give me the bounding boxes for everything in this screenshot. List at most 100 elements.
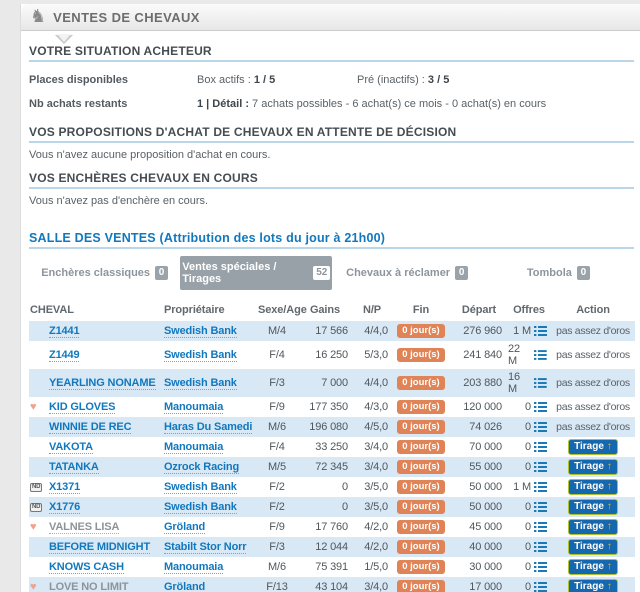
owner-link[interactable]: Swedish Bank bbox=[164, 325, 237, 338]
box-actifs-value: 1 / 5 bbox=[254, 74, 275, 86]
horse-name-link[interactable]: Z1441 bbox=[49, 325, 79, 338]
owner-link[interactable]: Haras Du Samedi bbox=[164, 421, 252, 434]
horse-name-link[interactable]: WINNIE DE REC bbox=[49, 421, 131, 434]
tirage-button[interactable]: Tirage↑ bbox=[568, 439, 618, 455]
up-arrow-icon: ↑ bbox=[607, 501, 612, 512]
up-arrow-icon: ↑ bbox=[607, 521, 612, 532]
up-arrow-icon: ↑ bbox=[607, 441, 612, 452]
offers-list-icon[interactable] bbox=[534, 522, 547, 532]
owner-link[interactable]: Swedish Bank bbox=[164, 349, 237, 362]
sales-tab-chevaux-r-clamer[interactable]: Chevaux à réclamer 0 bbox=[332, 261, 483, 285]
table-header-row: CHEVAL Propriétaire Sexe/Age Gains N/P F… bbox=[29, 298, 635, 321]
gains-value: 72 345 bbox=[297, 457, 353, 477]
horse-name-link[interactable]: BEFORE MIDNIGHT bbox=[49, 541, 150, 554]
horses-table-body: Z1441 Swedish Bank M/4 17 566 4/4,0 0 jo… bbox=[29, 321, 635, 592]
sex-age-value: F/9 bbox=[257, 517, 297, 537]
titlebar-notch-fill bbox=[57, 34, 71, 42]
pre-inactifs: Pré (inactifs) : 3 / 5 bbox=[357, 74, 449, 86]
action-status-text: pas assez d'oros bbox=[556, 349, 630, 361]
owner-link[interactable]: Ozrock Racing bbox=[164, 461, 239, 474]
owner-link[interactable]: Manoumaia bbox=[164, 561, 223, 574]
tab-count-badge: 0 bbox=[155, 266, 168, 280]
fin-days-badge: 0 jour(s) bbox=[397, 440, 444, 454]
owner-link[interactable]: Gröland bbox=[164, 581, 205, 592]
proposals-empty-text: Vous n'avez aucune proposition d'achat e… bbox=[29, 149, 634, 161]
offers-count: 1 M bbox=[513, 481, 531, 493]
tirage-button[interactable]: Tirage↑ bbox=[568, 499, 618, 515]
sales-tab-ench-res-classiques[interactable]: Enchères classiques 0 bbox=[29, 261, 180, 285]
offers-list-icon[interactable] bbox=[534, 542, 547, 552]
offers-list-icon[interactable] bbox=[534, 402, 547, 412]
owner-link[interactable]: Manoumaia bbox=[164, 441, 223, 454]
horse-row: TATANKA Ozrock Racing M/5 72 345 3/4,0 0… bbox=[29, 457, 635, 477]
offers-list-icon[interactable] bbox=[534, 462, 547, 472]
owner-link[interactable]: Stabilt Stor Norr bbox=[164, 541, 246, 554]
tirage-button-label: Tirage bbox=[574, 561, 604, 572]
horse-name-link[interactable]: X1776 bbox=[49, 501, 80, 514]
offers-list-icon[interactable] bbox=[534, 562, 547, 572]
offers-list-icon[interactable] bbox=[534, 422, 547, 432]
horse-row: ♥LOVE NO LIMIT Gröland F/13 43 104 3/4,0… bbox=[29, 577, 635, 592]
sales-tabs: Enchères classiques 0 Ventes spéciales /… bbox=[29, 256, 634, 290]
horses-table: CHEVAL Propriétaire Sexe/Age Gains N/P F… bbox=[29, 298, 635, 592]
owner-link[interactable]: Swedish Bank bbox=[164, 377, 237, 390]
sex-age-value: F/13 bbox=[257, 577, 297, 592]
tirage-button-label: Tirage bbox=[574, 481, 604, 492]
fin-days-badge: 0 jour(s) bbox=[397, 560, 444, 574]
gains-value: 75 391 bbox=[297, 557, 353, 577]
horse-name-link[interactable]: LOVE NO LIMIT bbox=[49, 581, 128, 592]
fin-days-badge: 0 jour(s) bbox=[397, 376, 444, 390]
depart-price-value: 30 000 bbox=[451, 557, 507, 577]
buyer-situation-heading: VOTRE SITUATION ACHETEUR bbox=[29, 44, 634, 62]
tirage-button[interactable]: Tirage↑ bbox=[568, 559, 618, 575]
tirage-button[interactable]: Tirage↑ bbox=[568, 459, 618, 475]
offers-count: 0 bbox=[525, 581, 531, 592]
tirage-button-label: Tirage bbox=[574, 501, 604, 512]
action-status-text: pas assez d'oros bbox=[556, 401, 630, 413]
horse-name-link[interactable]: VALNES LISA bbox=[49, 521, 119, 534]
up-arrow-icon: ↑ bbox=[607, 581, 612, 592]
offers-list-icon[interactable] bbox=[534, 350, 547, 360]
offers-list-icon[interactable] bbox=[534, 582, 547, 592]
tirage-button[interactable]: Tirage↑ bbox=[568, 479, 618, 495]
depart-price-value: 40 000 bbox=[451, 537, 507, 557]
tirage-button[interactable]: Tirage↑ bbox=[568, 579, 618, 592]
np-value: 3/5,0 bbox=[353, 477, 391, 497]
gains-value: 43 104 bbox=[297, 577, 353, 592]
horse-row: WINNIE DE REC Haras Du Samedi M/6 196 08… bbox=[29, 417, 635, 437]
proposals-heading: VOS PROPOSITIONS D'ACHAT DE CHEVAUX EN A… bbox=[29, 125, 634, 143]
depart-price-value: 276 960 bbox=[451, 321, 507, 341]
horse-name-link[interactable]: TATANKA bbox=[49, 461, 99, 474]
col-header-action: Action bbox=[551, 298, 635, 321]
offers-count: 0 bbox=[525, 541, 531, 553]
tirage-button[interactable]: Tirage↑ bbox=[568, 539, 618, 555]
owner-link[interactable]: Gröland bbox=[164, 521, 205, 534]
owner-link[interactable]: Swedish Bank bbox=[164, 481, 237, 494]
auctions-empty-text: Vous n'avez pas d'enchère en cours. bbox=[29, 195, 634, 207]
owner-link[interactable]: Swedish Bank bbox=[164, 501, 237, 514]
tirage-button[interactable]: Tirage↑ bbox=[568, 519, 618, 535]
fin-days-badge: 0 jour(s) bbox=[397, 520, 444, 534]
gains-value: 196 080 bbox=[297, 417, 353, 437]
horse-name-link[interactable]: KID GLOVES bbox=[49, 401, 115, 414]
horse-name-link[interactable]: X1371 bbox=[49, 481, 80, 494]
horse-name-link[interactable]: KNOWS CASH bbox=[49, 561, 124, 574]
horse-name-link[interactable]: YEARLING NONAME bbox=[49, 377, 156, 390]
np-value: 4/2,0 bbox=[353, 537, 391, 557]
offers-list-icon[interactable] bbox=[534, 378, 547, 388]
depart-price-value: 50 000 bbox=[451, 497, 507, 517]
fin-days-badge: 0 jour(s) bbox=[397, 460, 444, 474]
horse-name-link[interactable]: Z1449 bbox=[49, 349, 79, 362]
offers-list-icon[interactable] bbox=[534, 326, 547, 336]
col-header-owner: Propriétaire bbox=[163, 298, 257, 321]
offers-list-icon[interactable] bbox=[534, 442, 547, 452]
np-value: 4/5,0 bbox=[353, 417, 391, 437]
horse-row: Z1441 Swedish Bank M/4 17 566 4/4,0 0 jo… bbox=[29, 321, 635, 341]
horse-name-link[interactable]: VAKOTA bbox=[49, 441, 93, 454]
owner-link[interactable]: Manoumaia bbox=[164, 401, 223, 414]
purchases-row: Nb achats restants 1 | Détail : 7 achats… bbox=[29, 98, 634, 110]
offers-list-icon[interactable] bbox=[534, 482, 547, 492]
offers-list-icon[interactable] bbox=[534, 502, 547, 512]
sales-tab-ventes-sp-ciales-tirages[interactable]: Ventes spéciales / Tirages 52 bbox=[180, 256, 331, 290]
sales-tab-tombola[interactable]: Tombola 0 bbox=[483, 261, 634, 285]
